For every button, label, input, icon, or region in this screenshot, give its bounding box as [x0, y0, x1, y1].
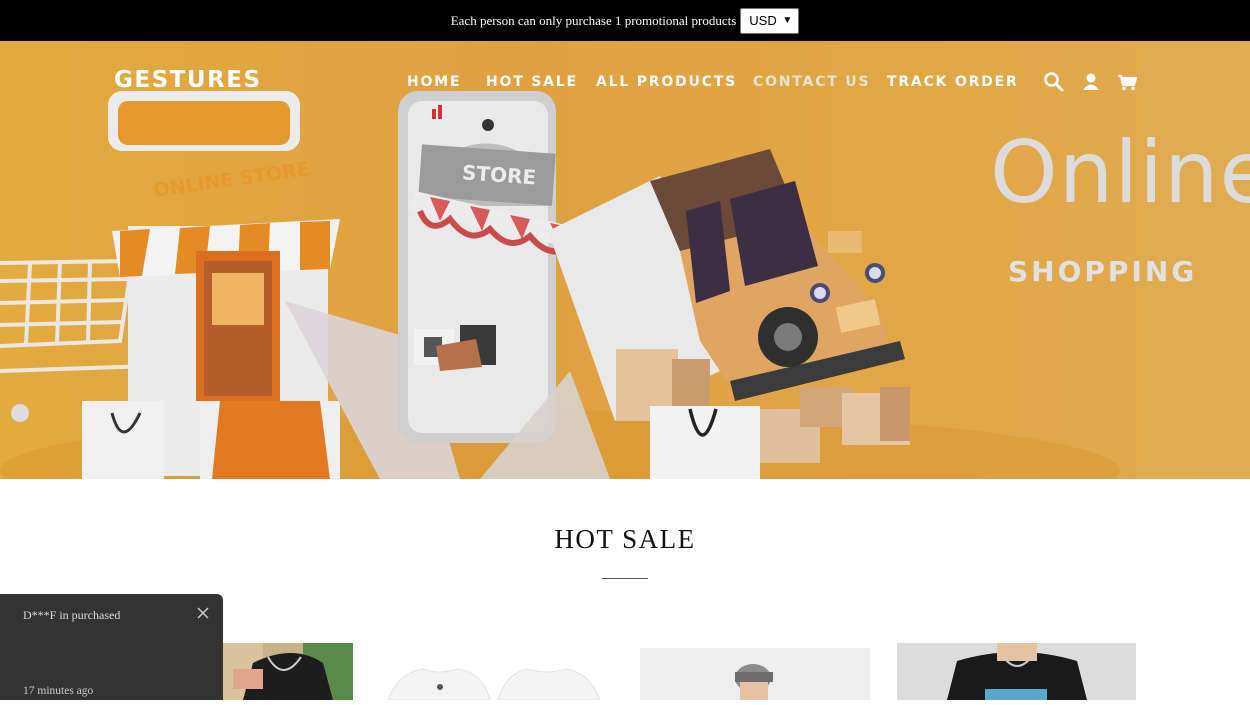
- nav-all-products[interactable]: ALL PRODUCTS: [596, 74, 737, 90]
- nav-contact-us[interactable]: CONTACT US: [753, 74, 870, 90]
- product-image: [223, 643, 353, 700]
- store-sign-text: ONLINE STORE: [152, 158, 311, 202]
- currency-value: USD: [749, 13, 777, 28]
- product-card[interactable]: [897, 643, 1136, 700]
- search-icon[interactable]: [1043, 71, 1065, 93]
- notification-message: D***F in purchased: [23, 608, 121, 622]
- hero-headline: Online: [990, 123, 1250, 223]
- account-icon[interactable]: [1080, 71, 1102, 93]
- nav-track-order[interactable]: TRACK ORDER: [887, 74, 1019, 90]
- product-image: [378, 643, 608, 700]
- product-image: [897, 643, 1136, 700]
- nav-hot-sale[interactable]: HOT SALE: [486, 74, 578, 90]
- chevron-down-icon: ▼: [782, 15, 793, 26]
- product-card[interactable]: [378, 643, 608, 700]
- hero-banner: ONLINE STORE STORE Online SHOPPING: [0, 41, 1250, 479]
- section-divider: [602, 578, 648, 579]
- section-title: HOT SALE: [554, 524, 696, 554]
- announcement-bar: Each person can only purchase 1 promotio…: [0, 0, 1250, 41]
- cart-icon[interactable]: [1116, 71, 1138, 93]
- hero-subheadline: SHOPPING: [1008, 255, 1198, 288]
- currency-select[interactable]: USD ▼: [740, 7, 800, 34]
- product-card[interactable]: [640, 648, 870, 705]
- close-icon[interactable]: [196, 606, 210, 620]
- site-logo[interactable]: GESTURES: [114, 67, 262, 93]
- product-image: [640, 648, 870, 700]
- nav-home[interactable]: HOME: [407, 74, 461, 90]
- purchase-notification: D***F in purchased 17 minutes ago: [0, 594, 223, 700]
- notification-time: 17 minutes ago: [23, 685, 94, 697]
- announcement-text: Each person can only purchase 1 promotio…: [450, 12, 737, 28]
- product-card[interactable]: [223, 643, 353, 700]
